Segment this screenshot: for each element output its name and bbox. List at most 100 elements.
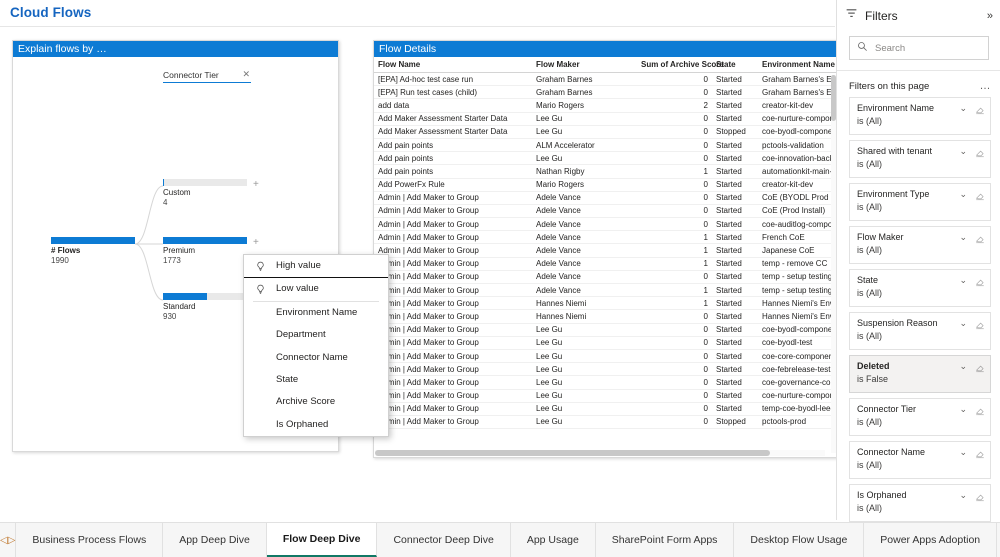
flow-details-visual[interactable]: Flow Details Flow NameFlow MakerSum of A… (373, 40, 838, 458)
table-row[interactable]: Admin | Add Maker to GroupAdele Vance0St… (374, 218, 837, 231)
context-menu-item[interactable]: Archive Score (244, 391, 388, 413)
table-row[interactable]: Add PowerFx RuleMario Rogers0Startedcrea… (374, 178, 837, 191)
triangle-left-icon[interactable]: ◁ (0, 535, 8, 546)
chevron-down-icon[interactable]: ⌄ (959, 189, 967, 200)
clear-filter-icon[interactable] (975, 489, 985, 507)
chevron-down-icon[interactable]: ⌄ (959, 232, 967, 243)
filter-card[interactable]: Is Orphanedis (All)⌄ (849, 484, 991, 522)
clear-filter-icon[interactable] (975, 145, 985, 163)
chevron-down-icon[interactable]: ⌄ (959, 447, 967, 458)
context-menu-item[interactable]: Department (244, 324, 388, 346)
table-row[interactable]: Add pain pointsNathan Rigby1Startedautom… (374, 165, 837, 178)
tree-node-root[interactable]: # Flows 1990 (51, 237, 135, 265)
column-header[interactable]: Sum of Archive Score (637, 57, 712, 73)
filters-search-input[interactable]: Search (849, 36, 989, 60)
clear-filter-icon[interactable] (975, 102, 985, 120)
filter-card[interactable]: Environment Nameis (All)⌄ (849, 97, 991, 135)
page-tab[interactable]: Flow Deep Dive (267, 523, 378, 557)
table-row[interactable]: Add pain pointsALM Accelerator0Startedpc… (374, 138, 837, 151)
chevron-down-icon[interactable]: ⌄ (959, 361, 967, 372)
clear-filter-icon[interactable] (975, 446, 985, 464)
clear-filter-icon[interactable] (975, 360, 985, 378)
table-row[interactable]: Admin | Add Maker to GroupLee Gu0Started… (374, 389, 837, 402)
table-row[interactable]: Add Maker Assessment Starter DataLee Gu0… (374, 125, 837, 138)
context-menu-item[interactable]: State (244, 369, 388, 391)
chevron-down-icon[interactable]: ⌄ (959, 146, 967, 157)
table-row[interactable]: Admin | Add Maker to GroupLee Gu0Started… (374, 402, 837, 415)
column-header[interactable]: Flow Maker (532, 57, 637, 73)
table-row[interactable]: Admin | Add Maker to GroupLee Gu0Started… (374, 349, 837, 362)
table-row[interactable]: Admin | Add Maker to GroupLee Gu0Started… (374, 363, 837, 376)
table-row[interactable]: Add pain pointsLee Gu0Startedcoe-innovat… (374, 152, 837, 165)
column-header[interactable]: Environment Name (758, 57, 837, 73)
tree-node-premium[interactable]: Premium 1773 (163, 237, 247, 265)
filter-card[interactable]: Suspension Reasonis (All)⌄ (849, 312, 991, 350)
table-row[interactable]: Admin | Add Maker to GroupLee Gu0Started… (374, 323, 837, 336)
table-row[interactable]: Admin | Add Maker to GroupAdele Vance1St… (374, 244, 837, 257)
clear-filter-icon[interactable] (975, 403, 985, 421)
clear-filter-icon[interactable] (975, 274, 985, 292)
chevron-down-icon[interactable]: ⌄ (959, 404, 967, 415)
page-tab[interactable]: App Usage (511, 523, 596, 557)
chevron-down-icon[interactable]: ⌄ (959, 318, 967, 329)
chevron-down-icon[interactable]: ⌄ (959, 490, 967, 501)
table-row[interactable]: Admin | Add Maker to GroupAdele Vance0St… (374, 191, 837, 204)
tree-level-header-connector-tier[interactable]: Connector Tier ✕ (163, 70, 251, 83)
flow-details-table-wrap[interactable]: Flow NameFlow MakerSum of Archive ScoreS… (374, 57, 837, 457)
chevron-down-icon[interactable]: ⌄ (959, 275, 967, 286)
filter-card[interactable]: Environment Typeis (All)⌄ (849, 183, 991, 221)
table-row[interactable]: Admin | Add Maker to GroupHannes Niemi1S… (374, 297, 837, 310)
tree-node-standard[interactable]: Standard 930 (163, 293, 247, 321)
context-menu-item[interactable]: Connector Name (244, 347, 388, 369)
table-row[interactable]: Admin | Add Maker to GroupAdele Vance1St… (374, 231, 837, 244)
table-row[interactable]: Admin | Add Maker to GroupLee Gu0Started… (374, 376, 837, 389)
column-header[interactable]: State (712, 57, 758, 73)
filter-card[interactable]: Shared with tenantis (All)⌄ (849, 140, 991, 178)
filters-pane[interactable]: Filters » Search Filters on this page … … (836, 0, 1000, 520)
more-options-icon[interactable]: … (980, 80, 992, 92)
filter-card[interactable]: Stateis (All)⌄ (849, 269, 991, 307)
page-tab[interactable]: Connector Deep Dive (377, 523, 510, 557)
table-row[interactable]: Admin | Add Maker to GroupAdele Vance1St… (374, 257, 837, 270)
context-menu-item[interactable]: Environment Name (244, 302, 388, 324)
table-cell: 0 (637, 363, 712, 376)
table-row[interactable]: Admin | Add Maker to GroupLee Gu0Stopped… (374, 415, 837, 428)
page-tab-bar[interactable]: ◁ ▷ Business Process FlowsApp Deep DiveF… (0, 522, 1000, 557)
triangle-right-icon[interactable]: ▷ (8, 535, 16, 546)
table-row[interactable]: Admin | Add Maker to GroupHannes Niemi0S… (374, 310, 837, 323)
clear-filter-icon[interactable] (975, 231, 985, 249)
page-tab[interactable]: App Deep Dive (163, 523, 267, 557)
table-row[interactable]: [EPA] Ad-hoc test case runGraham Barnes0… (374, 73, 837, 86)
table-row[interactable]: [EPA] Run test cases (child)Graham Barne… (374, 86, 837, 99)
filter-card[interactable]: Connector Nameis (All)⌄ (849, 441, 991, 479)
expand-node-custom-icon[interactable]: + (253, 181, 259, 189)
page-tab[interactable]: SharePoint Form Apps (596, 523, 735, 557)
clear-filter-icon[interactable] (975, 188, 985, 206)
tree-node-custom[interactable]: Custom 4 (163, 179, 247, 207)
column-header[interactable]: Flow Name (374, 57, 532, 73)
chevron-double-right-icon[interactable]: » (987, 10, 993, 22)
table-row[interactable]: Admin | Add Maker to GroupAdele Vance0St… (374, 204, 837, 217)
page-tab[interactable]: Power Apps Adoption (864, 523, 997, 557)
filter-card[interactable]: Deletedis False⌄ (849, 355, 991, 393)
table-row[interactable]: Admin | Add Maker to GroupLee Gu0Started… (374, 336, 837, 349)
context-menu-item-label: Department (276, 329, 326, 340)
page-navigation[interactable]: ◁ ▷ (0, 523, 16, 557)
close-icon[interactable]: ✕ (242, 69, 250, 80)
context-menu-item[interactable]: Low value (244, 278, 388, 300)
table-row[interactable]: add dataMario Rogers2Startedcreator-kit-… (374, 99, 837, 112)
table-row[interactable]: Admin | Add Maker to GroupAdele Vance1St… (374, 284, 837, 297)
horizontal-scrollbar-thumb[interactable] (375, 450, 770, 456)
context-menu-item[interactable]: High value (244, 255, 388, 277)
table-row[interactable]: Add Maker Assessment Starter DataLee Gu0… (374, 112, 837, 125)
filter-card[interactable]: Connector Tieris (All)⌄ (849, 398, 991, 436)
page-tab[interactable]: Desktop Flow Usage (734, 523, 864, 557)
context-menu-item[interactable]: Is Orphaned (244, 414, 388, 436)
expand-node-premium-icon[interactable]: + (253, 239, 259, 247)
page-tab[interactable]: Business Process Flows (16, 523, 163, 557)
filter-card[interactable]: Flow Makeris (All)⌄ (849, 226, 991, 264)
clear-filter-icon[interactable] (975, 317, 985, 335)
decomposition-context-menu[interactable]: High valueLow valueEnvironment Name Depar… (243, 254, 389, 437)
chevron-down-icon[interactable]: ⌄ (959, 103, 967, 114)
table-row[interactable]: Admin | Add Maker to GroupAdele Vance0St… (374, 270, 837, 283)
